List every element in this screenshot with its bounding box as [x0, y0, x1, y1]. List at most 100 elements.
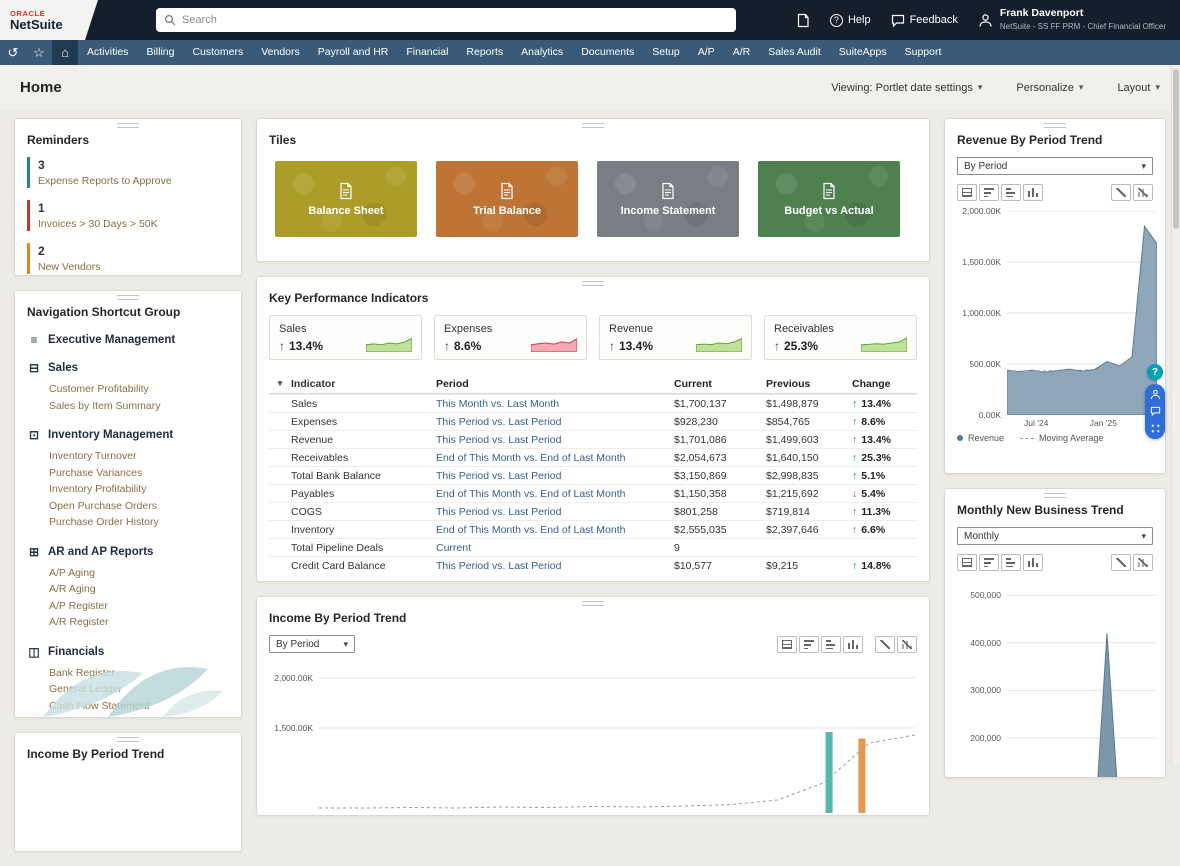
dock-user-icon[interactable] [1150, 389, 1161, 400]
shortcut-item[interactable]: Purchase Variances [27, 465, 229, 482]
user-menu[interactable]: Frank Davenport NetSuite - SS FF PRM - C… [978, 8, 1166, 32]
shortcut-item[interactable]: A/R Register [27, 614, 229, 631]
kpi-card[interactable]: Receivables 25.3% [764, 315, 917, 360]
chart-type-button[interactable] [1111, 554, 1131, 571]
portlet-drag-handle[interactable] [582, 123, 604, 128]
shortcut-item[interactable]: ◫ Financials [27, 645, 229, 659]
revenue-period-select[interactable]: By Period ▾ [957, 157, 1153, 175]
personalize-control[interactable]: Personalize ▾ [1016, 82, 1083, 94]
kpi-period-link[interactable]: This Period vs. Last Period [436, 416, 674, 428]
chart-type-button[interactable] [1111, 184, 1131, 201]
shortcut-item[interactable]: General Ledger [27, 681, 229, 698]
home-tab[interactable]: ⌂ [52, 40, 78, 65]
shortcut-item[interactable]: A/P Aging [27, 565, 229, 582]
chart-type-button[interactable] [843, 636, 863, 653]
chart-type-button[interactable] [979, 554, 999, 571]
portlet-drag-handle[interactable] [582, 601, 604, 606]
report-tile[interactable]: Income Statement [597, 161, 739, 237]
nav-menu-item[interactable]: Setup [643, 40, 688, 65]
portlet-drag-handle[interactable] [1044, 123, 1066, 128]
shortcut-item[interactable]: Sales by Item Summary [27, 398, 229, 415]
chart-type-button[interactable] [875, 636, 895, 653]
portlet-drag-handle[interactable] [117, 295, 139, 300]
chart-type-button[interactable] [821, 636, 841, 653]
shortcut-item[interactable]: A/R Aging [27, 581, 229, 598]
reminder-item[interactable]: 3 Expense Reports to Approve [27, 157, 229, 188]
recent-records-icon[interactable]: ↺ [0, 40, 26, 65]
chart-type-button[interactable] [1133, 184, 1153, 201]
chart-type-button[interactable] [897, 636, 917, 653]
nav-menu-item[interactable]: Documents [572, 40, 643, 65]
kpi-period-link[interactable]: This Period vs. Last Period [436, 434, 674, 446]
kpi-expand-caret[interactable]: ▾ [269, 378, 291, 389]
shortcut-item[interactable]: ⊡ Inventory Management [27, 428, 229, 442]
kpi-period-link[interactable]: This Period vs. Last Period [436, 506, 674, 518]
search-input[interactable] [182, 14, 728, 26]
kpi-period-link[interactable]: This Period vs. Last Period [436, 560, 674, 572]
report-tile[interactable]: Budget vs Actual [758, 161, 900, 237]
shortcut-item[interactable]: ≡ Executive Management [27, 333, 229, 347]
chart-type-button[interactable] [1023, 554, 1043, 571]
shortcut-item[interactable]: Customer Profitability [27, 381, 229, 398]
nav-menu-item[interactable]: Analytics [512, 40, 572, 65]
shortcut-item[interactable]: Purchase Order History [27, 514, 229, 531]
portlet-drag-handle[interactable] [117, 737, 139, 742]
kpi-period-link[interactable]: This Month vs. Last Month [436, 398, 674, 410]
shortcut-item[interactable]: Cash Flow Statement [27, 698, 229, 715]
monthly-period-select[interactable]: Monthly ▾ [957, 527, 1153, 545]
scrollbar-thumb[interactable] [1173, 69, 1179, 229]
shortcut-item[interactable]: Open Purchase Orders [27, 498, 229, 515]
kpi-period-link[interactable]: This Period vs. Last Period [436, 470, 674, 482]
viewing-settings-control[interactable]: Viewing: Portlet date settings ▾ [831, 82, 982, 94]
nav-menu-item[interactable]: Support [896, 40, 951, 65]
chart-type-button[interactable] [979, 184, 999, 201]
page-scrollbar[interactable] [1171, 65, 1180, 764]
nav-menu-item[interactable]: Reports [457, 40, 512, 65]
portlet-drag-handle[interactable] [1044, 493, 1066, 498]
nav-menu-item[interactable]: Payroll and HR [309, 40, 398, 65]
kpi-card[interactable]: Revenue 13.4% [599, 315, 752, 360]
shortcuts-star-icon[interactable]: ☆ [26, 40, 52, 65]
kpi-period-link[interactable]: End of This Month vs. End of Last Month [436, 524, 674, 536]
kpi-period-link[interactable]: End of This Month vs. End of Last Month [436, 488, 674, 500]
shortcut-item[interactable]: A/P Register [27, 598, 229, 615]
shortcut-item[interactable]: ⊞ AR and AP Reports [27, 545, 229, 559]
kpi-card[interactable]: Sales 13.4% [269, 315, 422, 360]
shortcut-item[interactable]: Bank Register [27, 665, 229, 682]
nav-menu-item[interactable]: Customers [183, 40, 252, 65]
quick-note-icon[interactable] [796, 13, 810, 28]
legend-revenue[interactable]: Revenue [957, 433, 1004, 443]
report-tile[interactable]: Trial Balance [436, 161, 578, 237]
netsuite-logo[interactable]: ORACLE NetSuite [0, 0, 98, 40]
chart-type-button[interactable] [799, 636, 819, 653]
portlet-drag-handle[interactable] [582, 281, 604, 286]
global-search[interactable] [156, 8, 736, 32]
nav-menu-item[interactable]: Vendors [252, 40, 309, 65]
chart-type-button[interactable] [1133, 554, 1153, 571]
legend-moving-average[interactable]: Moving Average [1020, 433, 1103, 443]
feedback-button[interactable]: Feedback [891, 14, 958, 27]
nav-menu-item[interactable]: A/P [689, 40, 724, 65]
chart-type-button[interactable] [1001, 554, 1021, 571]
nav-menu-item[interactable]: Financial [397, 40, 457, 65]
dock-chat-icon[interactable] [1150, 406, 1161, 417]
help-menu[interactable]: ? Help [830, 14, 871, 27]
kpi-period-link[interactable]: End of This Month vs. End of Last Month [436, 452, 674, 464]
nav-menu-item[interactable]: Billing [137, 40, 183, 65]
reminder-item[interactable]: 1 Invoices > 30 Days > 50K [27, 200, 229, 231]
floating-help-button[interactable]: ? [1147, 364, 1163, 380]
layout-control[interactable]: Layout ▾ [1117, 82, 1160, 94]
shortcut-item[interactable]: ⊟ Sales [27, 361, 229, 375]
nav-menu-item[interactable]: Activities [78, 40, 137, 65]
portlet-drag-handle[interactable] [117, 123, 139, 128]
kpi-card[interactable]: Expenses 8.6% [434, 315, 587, 360]
chart-type-button[interactable] [1023, 184, 1043, 201]
nav-menu-item[interactable]: A/R [724, 40, 760, 65]
chart-type-button[interactable] [957, 554, 977, 571]
shortcut-item[interactable]: Inventory Turnover [27, 448, 229, 465]
reminder-item[interactable]: 2 New Vendors [27, 243, 229, 274]
report-tile[interactable]: Balance Sheet [275, 161, 417, 237]
chart-type-button[interactable] [1001, 184, 1021, 201]
chart-type-button[interactable] [957, 184, 977, 201]
income-period-select[interactable]: By Period ▾ [269, 635, 355, 653]
